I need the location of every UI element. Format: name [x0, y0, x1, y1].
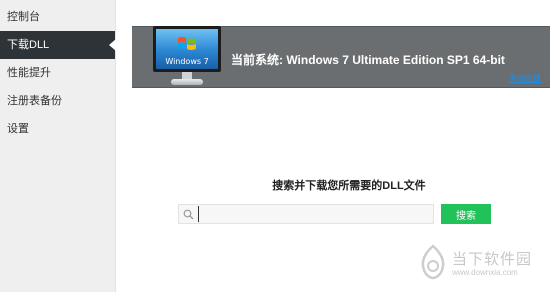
search-box: [178, 204, 434, 224]
sidebar-item-settings[interactable]: 设置: [0, 115, 115, 143]
search-input[interactable]: [198, 206, 429, 222]
watermark-logo-icon: [421, 244, 445, 280]
monitor-icon: Windows 7: [153, 26, 221, 88]
sidebar-item-download-dll[interactable]: 下载DLL: [0, 31, 116, 59]
manual-select-link[interactable]: 手动选择: [509, 73, 541, 84]
windows-logo-icon: [178, 37, 196, 50]
watermark-title: 当下软件园: [452, 250, 533, 268]
monitor-base: [171, 79, 203, 85]
monitor-screen: Windows 7: [153, 26, 221, 72]
watermark-url: www.downxia.com: [452, 268, 518, 277]
top-divider: [116, 0, 550, 4]
sidebar: 控制台 下载DLL 性能提升 注册表备份 设置: [0, 0, 116, 292]
current-system-text: 当前系统: Windows 7 Ultimate Edition SP1 64-…: [231, 53, 505, 67]
sidebar-item-registry-backup[interactable]: 注册表备份: [0, 87, 115, 115]
search-heading: 搜索并下载您所需要的DLL文件: [272, 180, 426, 192]
monitor-os-label: Windows 7: [165, 57, 209, 66]
watermark: 当下软件园 www.downxia.com: [418, 244, 542, 284]
main-panel: Windows 7 当前系统: Windows 7 Ultimate Editi…: [116, 0, 550, 292]
sidebar-item-performance[interactable]: 性能提升: [0, 59, 115, 87]
system-banner: Windows 7 当前系统: Windows 7 Ultimate Editi…: [132, 26, 550, 88]
sidebar-item-console[interactable]: 控制台: [0, 3, 115, 31]
search-button[interactable]: 搜索: [441, 204, 491, 224]
search-icon: [183, 209, 194, 220]
